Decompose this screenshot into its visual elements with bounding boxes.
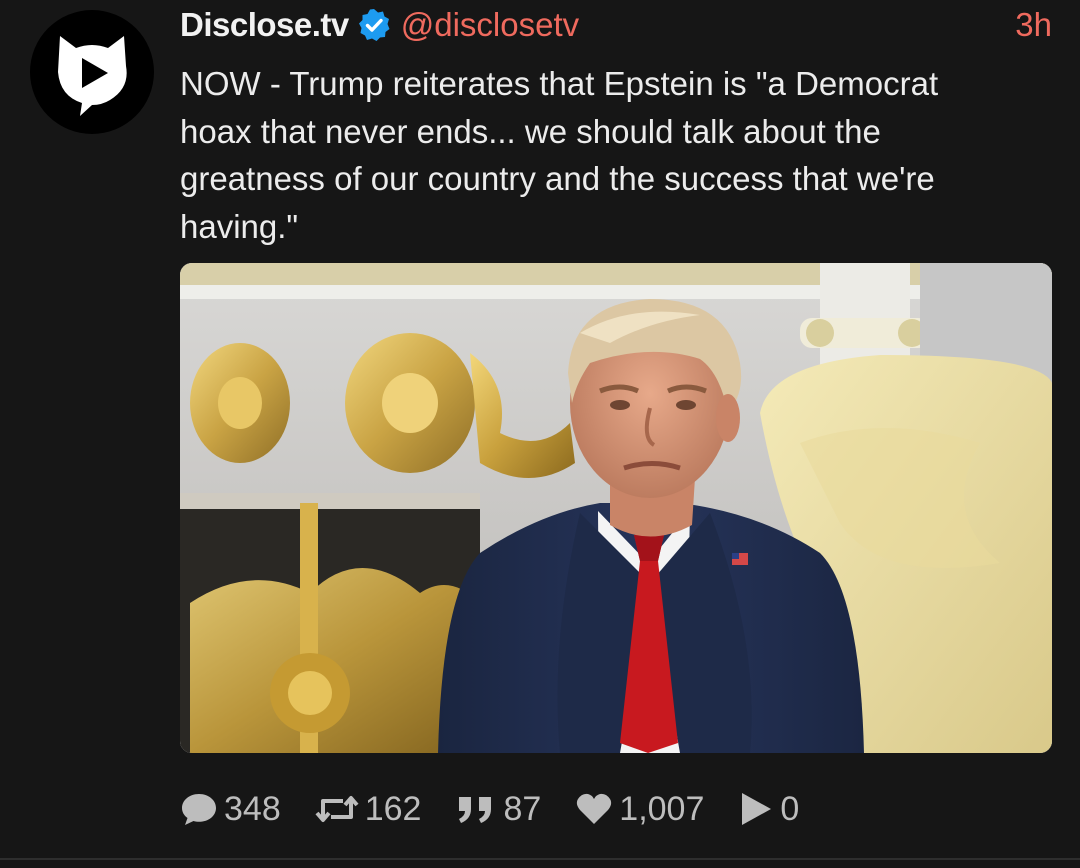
author-handle[interactable]: @disclosetv (401, 6, 579, 44)
play-icon (742, 793, 772, 825)
quote-button[interactable]: 87 (455, 790, 541, 829)
reply-count: 348 (224, 789, 281, 828)
heart-icon (577, 793, 612, 824)
post-media-thumbnail[interactable] (180, 263, 1052, 753)
post-actions-bar: 348 162 87 1,007 0 (180, 786, 833, 832)
like-button[interactable]: 1,007 (575, 790, 704, 829)
post-header: Disclose.tv @disclosetv 3h (180, 2, 1052, 48)
quote-count: 87 (503, 789, 542, 828)
reply-button[interactable]: 348 (180, 790, 281, 829)
post-divider (0, 858, 1080, 860)
author-display-name[interactable]: Disclose.tv (180, 6, 349, 44)
repost-button[interactable]: 162 (315, 789, 422, 829)
disclose-tv-logo-icon (58, 36, 127, 116)
view-count: 0 (780, 789, 800, 828)
post-card[interactable]: Disclose.tv @disclosetv 3h NOW - Trump r… (0, 0, 1080, 860)
post-text: NOW - Trump reiterates that Epstein is "… (180, 65, 939, 245)
comment-icon (182, 794, 216, 825)
quote-icon (459, 797, 492, 823)
repost-count: 162 (364, 789, 422, 828)
repost-icon (315, 796, 359, 822)
post-timestamp[interactable]: 3h (1015, 6, 1052, 44)
like-count: 1,007 (619, 789, 705, 828)
views-button[interactable]: 0 (738, 790, 799, 829)
verified-badge-icon (357, 8, 391, 42)
avatar[interactable] (30, 10, 154, 134)
